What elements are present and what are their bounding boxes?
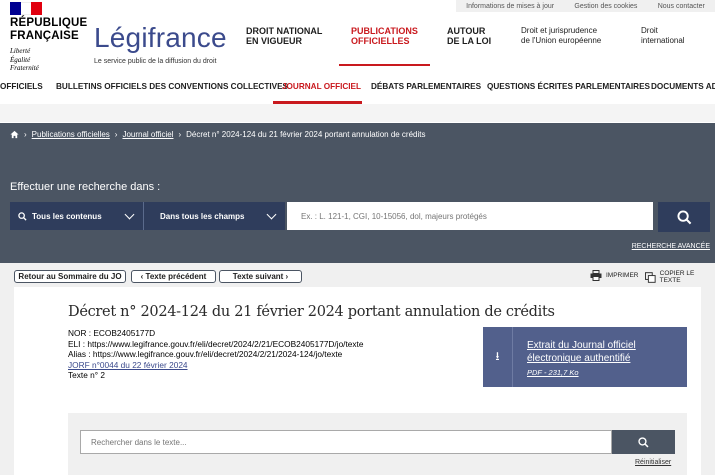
previous-text-button[interactable]: ‹ Texte précédent [131,270,216,283]
logo-line-2: FRANÇAISE [10,30,79,42]
search-panel: Effectuer une recherche dans : Tous les … [0,145,715,263]
logo-line-1: RÉPUBLIQUE [10,17,88,29]
top-utility-bar: Informations de mises à jour Gestion des… [456,0,715,12]
motto: Liberté Égalité Fraternité [10,47,39,73]
chevron-down-icon [266,209,277,220]
jo-extract-line1: Extrait du Journal officiel [527,340,636,351]
search-title: Effectuer une recherche dans : [10,181,161,193]
advanced-search-link[interactable]: RECHERCHE AVANCÉE [632,243,710,250]
breadcrumb-separator: › [114,129,118,139]
nor-line: NOR : ECOB2405177D [68,328,156,338]
breadcrumb-journal-officiel[interactable]: Journal officiel [122,130,173,139]
subnav-debats-parlementaires[interactable]: DÉBATS PARLEMENTAIRES [371,82,481,91]
alias-line: Alias : https://www.legifrance.gouv.fr/e… [68,349,343,360]
sub-nav: OFFICIELS BULLETINS OFFICIELS DES CONVEN… [0,72,715,102]
jorf-link[interactable]: JORF n°0044 du 22 février 2024 [68,360,363,371]
subnav-bulletins-officiels[interactable]: BULLETINS OFFICIELS DES CONVENTIONS COLL… [56,82,288,91]
copy-text-button[interactable]: COPIER LE TEXTE [645,270,715,284]
document-metadata: NOR : ECOB2405177D ELI : https://www.leg… [68,328,363,381]
contact-link[interactable]: Nous contacter [658,3,705,10]
chevron-down-icon [124,209,135,220]
nav-autour-de-la-loi[interactable]: AUTOUR DE LA LOI [447,26,491,46]
nav-label: EN VIGUEUR [246,36,303,46]
print-button[interactable]: IMPRIMER [590,270,639,281]
motto-liberte: Liberté [10,47,31,55]
motto-egalite: Égalité [10,55,31,64]
nav-label: AUTOUR [447,26,486,36]
breadcrumb-publications[interactable]: Publications officielles [32,130,110,139]
nav-label: DROIT NATIONAL [246,26,323,36]
search-icon [638,436,649,448]
nav-label: Droit [641,26,658,35]
cookies-link[interactable]: Gestion des cookies [574,3,637,10]
subnav-journal-officiel[interactable]: JOURNAL OFFICIEL [282,82,361,91]
active-nav-underline [339,64,430,66]
updates-link[interactable]: Informations de mises à jour [466,3,554,10]
search-input[interactable] [287,202,653,230]
download-icon: ⭳ [483,327,513,387]
jo-extract-size: PDF - 231,7 Ko [527,368,579,377]
nav-label: de l'Union européenne [521,36,602,45]
field-select-value: Dans tous les champs [160,211,245,221]
subnav-questions-ecrites[interactable]: QUESTIONS ÉCRITES PARLEMENTAIRES [487,82,650,91]
jo-extract-title: Extrait du Journal officiel électronique… [527,339,636,365]
main-nav: DROIT NATIONAL EN VIGUEUR PUBLICATIONS O… [246,26,715,64]
search-button[interactable] [658,202,710,232]
printer-icon [590,270,602,281]
jo-extract-line2: électronique authentifié [527,353,631,364]
spacer-bar [0,104,715,122]
breadcrumb-current: Décret n° 2024-124 du 21 février 2024 po… [186,129,426,139]
nav-label: PUBLICATIONS [351,26,418,36]
search-icon [18,211,27,221]
nav-droit-union-europeenne[interactable]: Droit et jurisprudence de l'Union europé… [521,26,601,46]
french-flag-icon [10,2,43,15]
breadcrumb: › Publications officielles › Journal off… [0,123,715,145]
republique-francaise-logo[interactable]: RÉPUBLIQUE FRANÇAISE [10,17,87,43]
home-icon[interactable] [10,130,19,139]
back-to-summary-button[interactable]: Retour au Sommaire du JO [14,270,126,283]
breadcrumb-separator: › [24,129,27,139]
scope-select[interactable]: Tous les contenus [10,202,143,230]
text-search-input[interactable] [80,430,612,454]
brand-name[interactable]: Légifrance [94,22,227,54]
nav-droit-international[interactable]: Droit international [641,26,685,46]
brand-tagline: Le service public de la diffusion du dro… [94,58,217,65]
scope-select-value: Tous les contenus [32,211,102,221]
print-label: IMPRIMER [606,272,639,279]
nav-label: OFFICIELLES [351,36,410,46]
copy-icon [645,271,656,283]
copy-label: COPIER LE TEXTE [659,270,695,284]
subnav-documents-adm[interactable]: DOCUMENTS ADM [651,82,715,91]
nav-label: Droit et jurisprudence [521,26,598,35]
field-select[interactable]: Dans tous les champs [143,202,285,230]
subnav-officiels[interactable]: OFFICIELS [0,82,43,91]
nav-droit-national[interactable]: DROIT NATIONAL EN VIGUEUR [246,26,322,46]
nav-label: DE LA LOI [447,36,492,46]
text-search-button[interactable] [612,430,675,454]
jo-extract-download[interactable]: ⭳ Extrait du Journal officiel électroniq… [483,327,687,387]
document-title: Décret n° 2024-124 du 21 février 2024 po… [68,304,555,320]
search-icon [676,209,691,224]
next-text-button[interactable]: Texte suivant › [219,270,302,283]
nav-label: international [641,36,685,45]
eli-line: ELI : https://www.legifrance.gouv.fr/eli… [68,338,364,349]
reset-link[interactable]: Réinitialiser [635,459,671,466]
nav-publications-officielles[interactable]: PUBLICATIONS OFFICIELLES [351,26,418,46]
texte-number: Texte n° 2 [68,370,105,381]
breadcrumb-separator: › [178,129,182,139]
